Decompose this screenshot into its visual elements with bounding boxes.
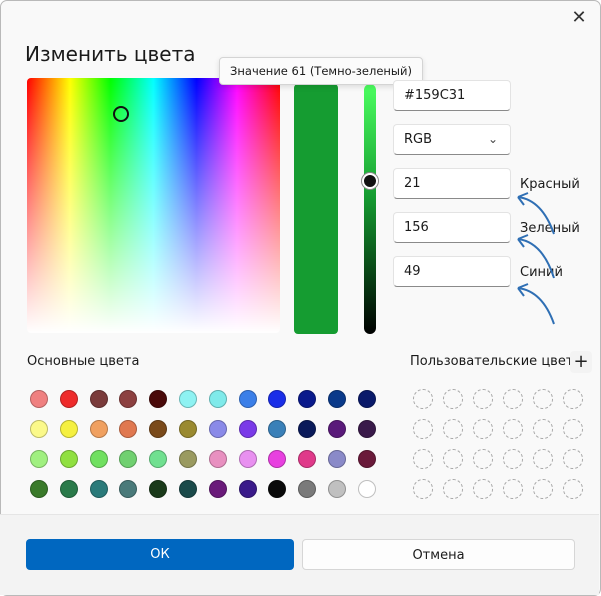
basic-color-swatch[interactable] bbox=[268, 390, 287, 408]
custom-color-slot[interactable] bbox=[503, 479, 523, 499]
custom-color-slot[interactable] bbox=[443, 479, 463, 499]
spectrum-cursor[interactable] bbox=[113, 106, 129, 122]
basic-color-swatch[interactable] bbox=[59, 390, 78, 408]
color-preview bbox=[294, 84, 338, 334]
custom-color-slot[interactable] bbox=[533, 419, 553, 439]
ok-button[interactable]: ОК bbox=[26, 539, 294, 570]
basic-color-swatch[interactable] bbox=[119, 480, 138, 498]
basic-color-swatch[interactable] bbox=[30, 450, 48, 468]
basic-color-swatch[interactable] bbox=[30, 420, 48, 438]
basic-color-swatch[interactable] bbox=[208, 450, 227, 468]
basic-color-swatch[interactable] bbox=[328, 450, 346, 468]
basic-color-swatch[interactable] bbox=[298, 450, 317, 468]
custom-color-slot[interactable] bbox=[413, 419, 433, 439]
custom-color-slot[interactable] bbox=[533, 479, 553, 499]
color-mode-dropdown[interactable]: RGB ⌄ bbox=[393, 124, 511, 155]
basic-color-swatch[interactable] bbox=[268, 420, 287, 438]
basic-color-swatch[interactable] bbox=[179, 480, 197, 498]
blue-input[interactable]: 49 bbox=[393, 256, 511, 287]
custom-color-slot[interactable] bbox=[413, 449, 433, 469]
plus-icon[interactable]: + bbox=[570, 351, 592, 373]
custom-color-slot[interactable] bbox=[503, 419, 523, 439]
custom-color-slot[interactable] bbox=[563, 389, 583, 409]
custom-color-slot[interactable] bbox=[443, 449, 463, 469]
custom-color-slot[interactable] bbox=[443, 389, 463, 409]
red-input[interactable]: 21 bbox=[393, 168, 511, 199]
basic-color-swatch[interactable] bbox=[149, 450, 168, 468]
basic-color-swatch[interactable] bbox=[119, 390, 138, 408]
close-icon[interactable]: ✕ bbox=[568, 7, 590, 29]
custom-color-slot[interactable] bbox=[473, 479, 493, 499]
custom-color-slot[interactable] bbox=[563, 479, 583, 499]
custom-color-slot[interactable] bbox=[443, 419, 463, 439]
value-slider-thumb[interactable] bbox=[362, 173, 378, 189]
basic-color-swatch[interactable] bbox=[238, 450, 257, 468]
basic-color-swatch[interactable] bbox=[238, 420, 257, 438]
chevron-down-icon: ⌄ bbox=[487, 132, 498, 146]
custom-color-slot[interactable] bbox=[503, 449, 523, 469]
basic-color-swatch[interactable] bbox=[179, 450, 197, 468]
basic-color-swatch[interactable] bbox=[119, 450, 138, 468]
dialog-title: Изменить цвета bbox=[25, 42, 196, 66]
basic-color-swatch[interactable] bbox=[30, 390, 48, 408]
basic-color-swatch[interactable] bbox=[59, 420, 78, 438]
basic-color-swatch[interactable] bbox=[59, 480, 78, 498]
custom-color-slot[interactable] bbox=[563, 449, 583, 469]
custom-color-slot[interactable] bbox=[533, 389, 553, 409]
custom-color-slot[interactable] bbox=[473, 449, 493, 469]
basic-color-swatch[interactable] bbox=[149, 480, 168, 498]
custom-color-slot[interactable] bbox=[533, 449, 553, 469]
basic-color-swatch[interactable] bbox=[89, 390, 108, 408]
basic-color-swatch[interactable] bbox=[268, 450, 287, 468]
basic-color-swatch[interactable] bbox=[208, 420, 227, 438]
basic-color-swatch[interactable] bbox=[268, 480, 287, 498]
color-mode-value: RGB bbox=[404, 132, 433, 147]
basic-color-swatch[interactable] bbox=[298, 480, 317, 498]
red-label: Красный bbox=[520, 177, 580, 192]
basic-color-swatch[interactable] bbox=[328, 390, 346, 408]
basic-color-swatch[interactable] bbox=[298, 420, 317, 438]
basic-color-swatch[interactable] bbox=[328, 480, 346, 498]
basic-color-swatch[interactable] bbox=[357, 450, 376, 468]
basic-colors-label: Основные цвета bbox=[27, 354, 140, 369]
custom-color-slot[interactable] bbox=[473, 389, 493, 409]
custom-color-slot[interactable] bbox=[413, 389, 433, 409]
custom-color-slot[interactable] bbox=[503, 389, 523, 409]
basic-color-swatch[interactable] bbox=[119, 420, 138, 438]
basic-color-swatch[interactable] bbox=[59, 450, 78, 468]
basic-color-swatch[interactable] bbox=[179, 420, 197, 438]
value-slider[interactable] bbox=[364, 84, 376, 334]
basic-color-swatch[interactable] bbox=[298, 390, 317, 408]
basic-color-swatch[interactable] bbox=[208, 480, 227, 498]
basic-color-swatch[interactable] bbox=[238, 480, 257, 498]
custom-color-slot[interactable] bbox=[413, 479, 433, 499]
basic-color-swatch[interactable] bbox=[357, 480, 376, 498]
basic-color-swatch[interactable] bbox=[357, 420, 376, 438]
basic-color-swatch[interactable] bbox=[149, 390, 168, 408]
custom-color-slot[interactable] bbox=[473, 419, 493, 439]
basic-color-swatch[interactable] bbox=[208, 390, 227, 408]
value-tooltip: Значение 61 (Темно-зеленый) bbox=[219, 57, 423, 85]
color-dialog: ✕ Изменить цвета Значение 61 (Темно-зеле… bbox=[0, 0, 601, 596]
basic-color-swatch[interactable] bbox=[328, 420, 346, 438]
annotation-arrows-icon bbox=[517, 192, 555, 325]
color-spectrum[interactable] bbox=[27, 78, 280, 333]
basic-color-swatch[interactable] bbox=[238, 390, 257, 408]
basic-color-swatch[interactable] bbox=[30, 480, 48, 498]
basic-color-swatch[interactable] bbox=[179, 390, 197, 408]
green-input[interactable]: 156 bbox=[393, 212, 511, 243]
custom-colors-label: Пользовательские цвета bbox=[410, 354, 582, 369]
basic-color-swatch[interactable] bbox=[357, 390, 376, 408]
basic-color-swatch[interactable] bbox=[89, 450, 108, 468]
custom-color-slot[interactable] bbox=[563, 419, 583, 439]
basic-color-swatch[interactable] bbox=[89, 420, 108, 438]
basic-color-swatch[interactable] bbox=[89, 480, 108, 498]
cancel-button[interactable]: Отмена bbox=[302, 539, 575, 570]
basic-color-swatch[interactable] bbox=[149, 420, 168, 438]
hex-input[interactable]: #159C31 bbox=[393, 80, 511, 111]
